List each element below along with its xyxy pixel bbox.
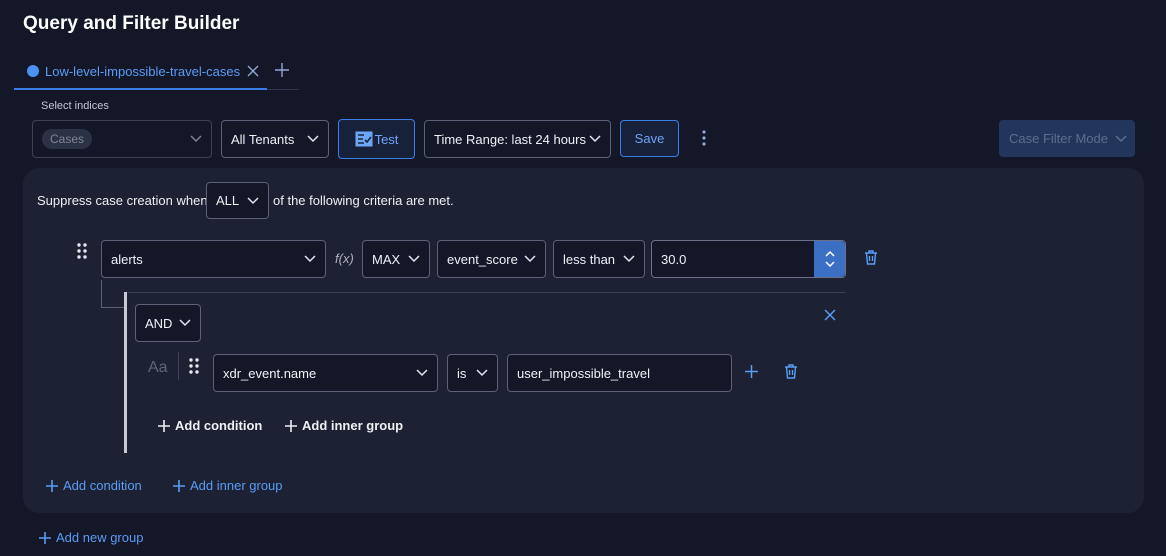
attribute-value: event_score (447, 251, 518, 267)
chevron-down-icon (304, 255, 316, 263)
chevron-down-icon (408, 255, 420, 263)
attribute-select[interactable]: event_score (437, 240, 546, 278)
chevron-down-icon (589, 135, 601, 143)
close-tab-icon[interactable] (247, 65, 259, 77)
inner-group-top-border (125, 292, 846, 293)
indices-select[interactable]: Cases (32, 120, 212, 158)
number-stepper[interactable] (814, 241, 845, 277)
plus-icon (46, 479, 58, 492)
inner-add-inner-group-button[interactable]: Add inner group (284, 418, 403, 433)
group-logic-value: AND (145, 315, 173, 331)
inner-condition-value-input[interactable]: user_impossible_travel (507, 354, 732, 392)
time-range-select[interactable]: Time Range: last 24 hours (424, 120, 611, 158)
active-tab-indicator (14, 88, 267, 90)
inner-condition-field-value: xdr_event.name (223, 365, 317, 381)
drag-handle-icon[interactable] (189, 358, 199, 374)
add-new-group-label: Add new group (56, 530, 144, 545)
tenants-select[interactable]: All Tenants (221, 120, 329, 158)
save-label: Save (634, 131, 665, 146)
indices-chip: Cases (42, 129, 93, 149)
trash-icon[interactable] (784, 364, 798, 379)
divider (178, 352, 179, 380)
chevron-down-icon (416, 369, 428, 377)
operator-value: less than (563, 251, 616, 267)
case-filter-mode-button[interactable]: Case Filter Mode (999, 120, 1135, 157)
chevron-down-icon (1115, 134, 1127, 142)
chevron-down-icon (190, 135, 202, 143)
match-select[interactable]: ALL (206, 182, 269, 219)
page-title: Query and Filter Builder (23, 13, 240, 34)
chevron-down-icon (476, 369, 488, 377)
add-inner-group-label: Add inner group (190, 478, 283, 493)
decrement-icon[interactable] (824, 261, 835, 267)
case-filter-mode-label: Case Filter Mode (1009, 131, 1108, 146)
function-icon[interactable]: f(x) (335, 251, 354, 266)
condition-field-value: alerts (111, 251, 143, 267)
add-icon[interactable] (744, 364, 759, 379)
inner-condition-operator-select[interactable]: is (447, 354, 498, 392)
inner-add-condition-button[interactable]: Add condition (157, 418, 262, 433)
remove-group-icon[interactable] (824, 309, 836, 321)
trash-icon[interactable] (864, 250, 878, 265)
plus-icon (173, 479, 185, 492)
add-inner-group-button[interactable]: Add inner group (172, 478, 283, 493)
chevron-down-icon (623, 255, 635, 263)
chevron-down-icon (524, 255, 536, 263)
drag-handle-icon[interactable] (77, 243, 87, 259)
tree-connector-horizontal (101, 307, 125, 308)
test-button[interactable]: Test (338, 119, 415, 159)
plus-icon (158, 419, 170, 432)
select-indices-label: Select indices (41, 100, 109, 112)
condition-field-select[interactable]: alerts (101, 240, 326, 278)
add-tab-icon[interactable] (274, 62, 290, 78)
aggregation-select[interactable]: MAX (362, 240, 430, 278)
value-number-input[interactable]: 30.0 (651, 240, 846, 278)
operator-select[interactable]: less than (553, 240, 645, 278)
inner-group-left-border (124, 292, 127, 453)
inner-add-condition-label: Add condition (175, 418, 263, 433)
test-checklist-icon (355, 131, 373, 147)
match-value: ALL (216, 193, 240, 208)
chevron-down-icon (307, 135, 319, 143)
tab-status-dot (27, 65, 39, 77)
inner-condition-operator-value: is (457, 365, 467, 381)
plus-icon (285, 419, 297, 432)
plus-icon (39, 531, 51, 544)
time-range-value: Time Range: last 24 hours (434, 131, 586, 147)
aggregation-value: MAX (372, 251, 401, 267)
inner-condition-value-text: user_impossible_travel (517, 365, 650, 381)
save-button[interactable]: Save (620, 120, 679, 157)
increment-icon[interactable] (824, 251, 835, 257)
tab-query[interactable]: Low-level-impossible-travel-cases (27, 62, 259, 80)
tenants-value: All Tenants (231, 131, 295, 147)
tab-label: Low-level-impossible-travel-cases (45, 63, 241, 79)
case-sensitivity-icon[interactable]: Aa (148, 359, 168, 377)
criteria-suffix: of the following criteria are met. (273, 193, 454, 208)
criteria-prefix: Suppress case creation when (37, 193, 208, 208)
chevron-down-icon (179, 319, 191, 327)
inner-condition-field-select[interactable]: xdr_event.name (213, 354, 438, 392)
add-new-group-button[interactable]: Add new group (38, 530, 143, 545)
chevron-down-icon (247, 196, 259, 204)
add-condition-button[interactable]: Add condition (45, 478, 142, 493)
test-label: Test (374, 131, 399, 147)
more-options-icon[interactable] (700, 129, 708, 147)
add-condition-label: Add condition (63, 478, 142, 493)
tree-connector-vertical (101, 280, 102, 307)
value-text: 30.0 (661, 251, 687, 267)
group-logic-select[interactable]: AND (135, 304, 201, 342)
inner-add-inner-group-label: Add inner group (302, 418, 404, 433)
